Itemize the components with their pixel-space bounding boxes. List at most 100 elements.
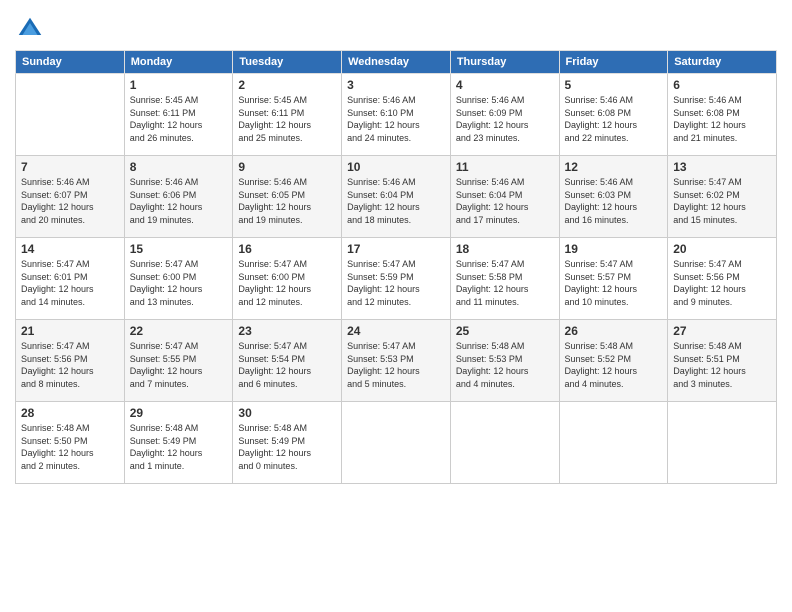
day-info: Sunrise: 5:47 AM Sunset: 6:00 PM Dayligh…	[130, 258, 228, 308]
week-row-3: 14 Sunrise: 5:47 AM Sunset: 6:01 PM Dayli…	[16, 238, 777, 320]
day-info: Sunrise: 5:48 AM Sunset: 5:49 PM Dayligh…	[238, 422, 336, 472]
day-cell-30: 30 Sunrise: 5:48 AM Sunset: 5:49 PM Dayli…	[233, 402, 342, 484]
day-number: 26	[565, 324, 663, 338]
day-info: Sunrise: 5:46 AM Sunset: 6:07 PM Dayligh…	[21, 176, 119, 226]
day-number: 10	[347, 160, 445, 174]
day-info: Sunrise: 5:47 AM Sunset: 5:54 PM Dayligh…	[238, 340, 336, 390]
day-number: 18	[456, 242, 554, 256]
day-number: 3	[347, 78, 445, 92]
day-cell-10: 10 Sunrise: 5:46 AM Sunset: 6:04 PM Dayli…	[342, 156, 451, 238]
day-number: 27	[673, 324, 771, 338]
day-cell-6: 6 Sunrise: 5:46 AM Sunset: 6:08 PM Daylig…	[668, 74, 777, 156]
day-number: 6	[673, 78, 771, 92]
empty-cell	[16, 74, 125, 156]
day-cell-16: 16 Sunrise: 5:47 AM Sunset: 6:00 PM Dayli…	[233, 238, 342, 320]
day-cell-1: 1 Sunrise: 5:45 AM Sunset: 6:11 PM Daylig…	[124, 74, 233, 156]
weekday-header-row: SundayMondayTuesdayWednesdayThursdayFrid…	[16, 51, 777, 74]
day-number: 19	[565, 242, 663, 256]
empty-cell	[668, 402, 777, 484]
day-cell-14: 14 Sunrise: 5:47 AM Sunset: 6:01 PM Dayli…	[16, 238, 125, 320]
day-number: 24	[347, 324, 445, 338]
day-info: Sunrise: 5:47 AM Sunset: 5:56 PM Dayligh…	[673, 258, 771, 308]
day-cell-20: 20 Sunrise: 5:47 AM Sunset: 5:56 PM Dayli…	[668, 238, 777, 320]
empty-cell	[559, 402, 668, 484]
weekday-header-saturday: Saturday	[668, 51, 777, 74]
weekday-header-monday: Monday	[124, 51, 233, 74]
day-info: Sunrise: 5:46 AM Sunset: 6:04 PM Dayligh…	[456, 176, 554, 226]
calendar-table: SundayMondayTuesdayWednesdayThursdayFrid…	[15, 50, 777, 484]
day-cell-3: 3 Sunrise: 5:46 AM Sunset: 6:10 PM Daylig…	[342, 74, 451, 156]
day-info: Sunrise: 5:47 AM Sunset: 5:59 PM Dayligh…	[347, 258, 445, 308]
day-cell-27: 27 Sunrise: 5:48 AM Sunset: 5:51 PM Dayli…	[668, 320, 777, 402]
day-info: Sunrise: 5:47 AM Sunset: 6:02 PM Dayligh…	[673, 176, 771, 226]
day-number: 8	[130, 160, 228, 174]
day-info: Sunrise: 5:48 AM Sunset: 5:53 PM Dayligh…	[456, 340, 554, 390]
day-info: Sunrise: 5:47 AM Sunset: 5:58 PM Dayligh…	[456, 258, 554, 308]
day-info: Sunrise: 5:48 AM Sunset: 5:50 PM Dayligh…	[21, 422, 119, 472]
day-cell-7: 7 Sunrise: 5:46 AM Sunset: 6:07 PM Daylig…	[16, 156, 125, 238]
day-number: 13	[673, 160, 771, 174]
logo-icon	[15, 14, 45, 44]
day-info: Sunrise: 5:46 AM Sunset: 6:08 PM Dayligh…	[673, 94, 771, 144]
day-info: Sunrise: 5:47 AM Sunset: 6:01 PM Dayligh…	[21, 258, 119, 308]
weekday-header-sunday: Sunday	[16, 51, 125, 74]
day-info: Sunrise: 5:47 AM Sunset: 5:57 PM Dayligh…	[565, 258, 663, 308]
page: SundayMondayTuesdayWednesdayThursdayFrid…	[0, 0, 792, 612]
day-info: Sunrise: 5:48 AM Sunset: 5:52 PM Dayligh…	[565, 340, 663, 390]
weekday-header-friday: Friday	[559, 51, 668, 74]
day-info: Sunrise: 5:46 AM Sunset: 6:10 PM Dayligh…	[347, 94, 445, 144]
day-cell-21: 21 Sunrise: 5:47 AM Sunset: 5:56 PM Dayli…	[16, 320, 125, 402]
day-number: 21	[21, 324, 119, 338]
day-number: 25	[456, 324, 554, 338]
day-number: 12	[565, 160, 663, 174]
weekday-header-thursday: Thursday	[450, 51, 559, 74]
day-number: 15	[130, 242, 228, 256]
week-row-1: 1 Sunrise: 5:45 AM Sunset: 6:11 PM Daylig…	[16, 74, 777, 156]
day-cell-26: 26 Sunrise: 5:48 AM Sunset: 5:52 PM Dayli…	[559, 320, 668, 402]
day-number: 4	[456, 78, 554, 92]
weekday-header-tuesday: Tuesday	[233, 51, 342, 74]
day-cell-28: 28 Sunrise: 5:48 AM Sunset: 5:50 PM Dayli…	[16, 402, 125, 484]
day-cell-5: 5 Sunrise: 5:46 AM Sunset: 6:08 PM Daylig…	[559, 74, 668, 156]
day-info: Sunrise: 5:45 AM Sunset: 6:11 PM Dayligh…	[130, 94, 228, 144]
day-cell-25: 25 Sunrise: 5:48 AM Sunset: 5:53 PM Dayli…	[450, 320, 559, 402]
day-info: Sunrise: 5:47 AM Sunset: 5:56 PM Dayligh…	[21, 340, 119, 390]
day-info: Sunrise: 5:47 AM Sunset: 6:00 PM Dayligh…	[238, 258, 336, 308]
day-number: 23	[238, 324, 336, 338]
day-number: 1	[130, 78, 228, 92]
day-number: 7	[21, 160, 119, 174]
day-info: Sunrise: 5:47 AM Sunset: 5:53 PM Dayligh…	[347, 340, 445, 390]
day-number: 2	[238, 78, 336, 92]
day-cell-9: 9Sunrise: 5:46 AM Sunset: 6:05 PM Daylig…	[233, 156, 342, 238]
day-info: Sunrise: 5:48 AM Sunset: 5:49 PM Dayligh…	[130, 422, 228, 472]
day-number: 16	[238, 242, 336, 256]
day-info: Sunrise: 5:46 AM Sunset: 6:08 PM Dayligh…	[565, 94, 663, 144]
day-number: 29	[130, 406, 228, 420]
empty-cell	[342, 402, 451, 484]
day-number: 28	[21, 406, 119, 420]
day-info: Sunrise: 5:45 AM Sunset: 6:11 PM Dayligh…	[238, 94, 336, 144]
day-cell-11: 11Sunrise: 5:46 AM Sunset: 6:04 PM Dayli…	[450, 156, 559, 238]
weekday-header-wednesday: Wednesday	[342, 51, 451, 74]
day-number: 30	[238, 406, 336, 420]
day-cell-13: 13 Sunrise: 5:47 AM Sunset: 6:02 PM Dayli…	[668, 156, 777, 238]
day-cell-2: 2 Sunrise: 5:45 AM Sunset: 6:11 PM Daylig…	[233, 74, 342, 156]
day-info: Sunrise: 5:46 AM Sunset: 6:09 PM Dayligh…	[456, 94, 554, 144]
day-number: 5	[565, 78, 663, 92]
day-cell-24: 24 Sunrise: 5:47 AM Sunset: 5:53 PM Dayli…	[342, 320, 451, 402]
day-cell-8: 8Sunrise: 5:46 AM Sunset: 6:06 PM Daylig…	[124, 156, 233, 238]
day-cell-19: 19 Sunrise: 5:47 AM Sunset: 5:57 PM Dayli…	[559, 238, 668, 320]
day-cell-12: 12 Sunrise: 5:46 AM Sunset: 6:03 PM Dayli…	[559, 156, 668, 238]
day-info: Sunrise: 5:48 AM Sunset: 5:51 PM Dayligh…	[673, 340, 771, 390]
day-number: 14	[21, 242, 119, 256]
day-info: Sunrise: 5:46 AM Sunset: 6:04 PM Dayligh…	[347, 176, 445, 226]
day-number: 20	[673, 242, 771, 256]
day-info: Sunrise: 5:46 AM Sunset: 6:03 PM Dayligh…	[565, 176, 663, 226]
empty-cell	[450, 402, 559, 484]
day-number: 9	[238, 160, 336, 174]
header	[15, 10, 777, 44]
day-number: 22	[130, 324, 228, 338]
day-number: 17	[347, 242, 445, 256]
week-row-2: 7 Sunrise: 5:46 AM Sunset: 6:07 PM Daylig…	[16, 156, 777, 238]
day-cell-18: 18 Sunrise: 5:47 AM Sunset: 5:58 PM Dayli…	[450, 238, 559, 320]
